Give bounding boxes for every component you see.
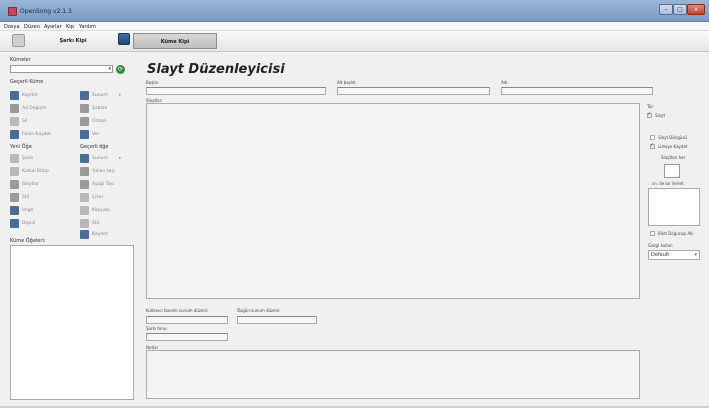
theme-label: Gezgi kullan xyxy=(648,243,673,248)
set-items-list[interactable] xyxy=(10,245,134,400)
app-window: OpenSong v2.1.3 – □ x Dosya Düzen Ayarla… xyxy=(0,0,709,408)
maximize-button[interactable]: □ xyxy=(673,4,687,15)
seconds-input[interactable] xyxy=(664,164,680,178)
template-icon xyxy=(80,104,89,113)
app-icon xyxy=(8,7,17,16)
title-bar: OpenSong v2.1.3 – □ x xyxy=(0,0,709,22)
menu-bar: Dosya Düzen Ayarlar Kip Yardım xyxy=(0,22,709,31)
song-mode-icon[interactable] xyxy=(12,34,25,47)
song-icon xyxy=(10,154,19,163)
chevron-down-icon: ▾ xyxy=(694,252,697,258)
image-icon xyxy=(10,206,19,215)
print-checkbox[interactable] xyxy=(650,142,655,149)
save-icon xyxy=(80,230,89,239)
menu-help[interactable]: Yardım xyxy=(79,24,96,30)
refresh-sets-button[interactable]: ⟳ xyxy=(116,65,125,74)
rename-icon xyxy=(10,104,19,113)
subtitle-field-label: Alt başlık: xyxy=(337,80,357,85)
background-label: Bilet Doğuruşı Ab xyxy=(658,231,693,236)
remove-icon xyxy=(80,193,89,202)
slide-type-label: Slayt xyxy=(655,113,666,118)
name-field-label: Adı: xyxy=(501,80,509,85)
sets-dropdown[interactable]: ▾ xyxy=(10,65,113,73)
menu-settings[interactable]: Ayarlar xyxy=(44,24,62,30)
song-key-field[interactable] xyxy=(146,333,228,341)
menu-edit[interactable]: Düzen xyxy=(24,24,40,30)
window-title: OpenSong v2.1.3 xyxy=(20,8,72,15)
song-mode-button[interactable]: Şarkı Kipi xyxy=(27,34,119,49)
chevron-down-icon: ▾ xyxy=(108,66,111,72)
slides-textarea[interactable] xyxy=(146,103,640,299)
song-key-label: Şarkı tonu: xyxy=(146,326,168,331)
set-mode-button[interactable]: Küme Kipi xyxy=(133,33,217,49)
minimize-button[interactable]: – xyxy=(659,4,673,15)
preview-box xyxy=(648,188,700,226)
loop-checkbox[interactable] xyxy=(650,135,655,140)
center-icon xyxy=(80,117,89,126)
delete-icon xyxy=(10,117,19,126)
save-as-icon xyxy=(10,130,19,139)
background-checkbox[interactable] xyxy=(650,231,655,236)
set-mode-icon[interactable] xyxy=(118,33,130,45)
save-icon xyxy=(10,91,19,100)
slide-type-checkbox[interactable] xyxy=(647,111,652,118)
present-icon xyxy=(80,91,89,100)
arrow-down-icon xyxy=(80,180,89,189)
title-field[interactable] xyxy=(146,87,326,95)
name-field[interactable] xyxy=(501,87,653,95)
export-icon xyxy=(80,130,89,139)
sets-label: Kümeler xyxy=(10,57,31,63)
use-custom-order-label: Kullanıcı tanımlı sunum düzeni: xyxy=(146,308,209,313)
title-field-label: Başlık: xyxy=(146,80,160,85)
current-set-label: Geçerli Küme xyxy=(10,79,44,85)
brush-icon xyxy=(10,193,19,202)
page-title: Slayt Düzenleyicisi xyxy=(147,62,285,77)
notes-textarea[interactable] xyxy=(146,350,640,399)
set-items-label: Küme Öğeleri: xyxy=(10,238,46,244)
external-icon xyxy=(10,219,19,228)
theme-value: Default xyxy=(651,252,670,258)
loop-label: Slayt Döngüsü xyxy=(658,135,688,140)
original-order-field[interactable] xyxy=(237,316,317,324)
theme-dropdown[interactable]: Default ▾ xyxy=(648,250,700,260)
subtitle-field[interactable] xyxy=(337,87,490,95)
arrow-up-icon xyxy=(80,167,89,176)
custom-order-field[interactable] xyxy=(146,316,228,324)
close-button[interactable]: x xyxy=(687,4,705,15)
seconds-label: sn. de bir ilerlet xyxy=(652,181,684,186)
style-icon xyxy=(80,219,89,228)
print-label: Listeye Kaydet xyxy=(658,144,688,149)
menu-mode[interactable]: Kip xyxy=(66,24,74,30)
copy-icon xyxy=(80,206,89,215)
slides-icon xyxy=(10,180,19,189)
type-label: Tür: xyxy=(647,104,655,109)
slide-every-label: Slaytları her xyxy=(661,155,686,160)
present-icon xyxy=(80,154,89,163)
original-order-label: Özgün sunum düzeni: xyxy=(237,308,281,313)
menu-file[interactable]: Dosya xyxy=(4,24,20,30)
bible-icon xyxy=(10,167,19,176)
new-item-label: Yeni Öğe xyxy=(10,144,32,150)
current-item-label: Geçerli öğe xyxy=(80,144,109,150)
